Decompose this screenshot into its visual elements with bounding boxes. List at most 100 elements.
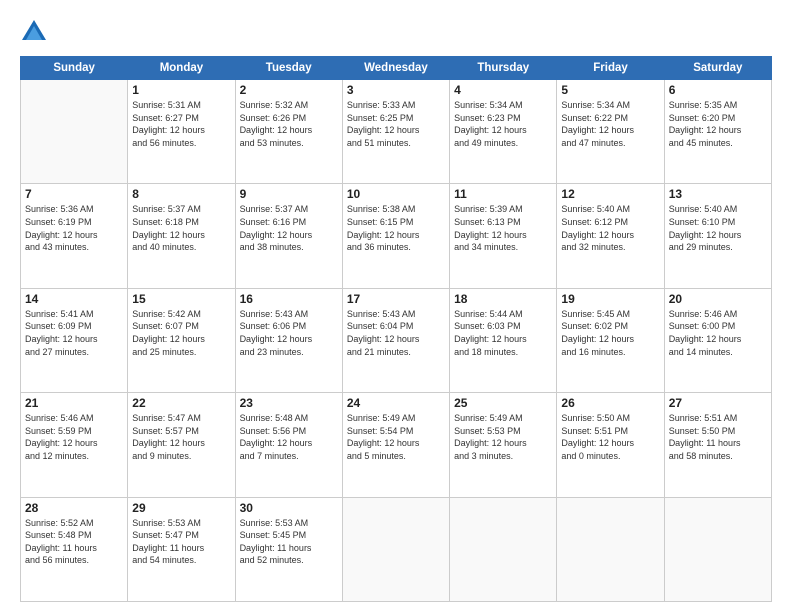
calendar-cell: 6 Sunrise: 5:35 AMSunset: 6:20 PMDaylight…: [664, 80, 771, 184]
calendar-cell: 7 Sunrise: 5:36 AMSunset: 6:19 PMDaylight…: [21, 184, 128, 288]
weekday-header-friday: Friday: [557, 57, 664, 80]
calendar-cell: 8Sunrise: 5:37 AMSunset: 6:18 PMDaylight…: [128, 184, 235, 288]
day-info: Sunrise: 5:40 AMSunset: 6:10 PMDaylight:…: [669, 203, 767, 253]
day-number: 20: [669, 292, 767, 306]
calendar-cell: 15 Sunrise: 5:42 AMSunset: 6:07 PMDayligh…: [128, 288, 235, 392]
day-info: Sunrise: 5:52 AMSunset: 5:48 PMDaylight:…: [25, 517, 123, 567]
day-number: 3: [347, 83, 445, 97]
calendar-cell: 1 Sunrise: 5:31 AMSunset: 6:27 PMDaylight…: [128, 80, 235, 184]
day-info: Sunrise: 5:48 AMSunset: 5:56 PMDaylight:…: [240, 412, 338, 462]
calendar-cell: 4 Sunrise: 5:34 AMSunset: 6:23 PMDaylight…: [450, 80, 557, 184]
calendar-cell: 28 Sunrise: 5:52 AMSunset: 5:48 PMDayligh…: [21, 497, 128, 601]
day-info: Sunrise: 5:39 AMSunset: 6:13 PMDaylight:…: [454, 203, 552, 253]
day-number: 21: [25, 396, 123, 410]
calendar-cell: 21 Sunrise: 5:46 AMSunset: 5:59 PMDayligh…: [21, 393, 128, 497]
weekday-header-saturday: Saturday: [664, 57, 771, 80]
day-info: Sunrise: 5:37 AMSunset: 6:16 PMDaylight:…: [240, 203, 338, 253]
day-number: 5: [561, 83, 659, 97]
day-number: 24: [347, 396, 445, 410]
day-info: Sunrise: 5:41 AMSunset: 6:09 PMDaylight:…: [25, 308, 123, 358]
day-info: Sunrise: 5:40 AMSunset: 6:12 PMDaylight:…: [561, 203, 659, 253]
calendar-table: SundayMondayTuesdayWednesdayThursdayFrid…: [20, 56, 772, 602]
day-info: Sunrise: 5:33 AMSunset: 6:25 PMDaylight:…: [347, 99, 445, 149]
day-number: 12: [561, 187, 659, 201]
day-info: Sunrise: 5:47 AMSunset: 5:57 PMDaylight:…: [132, 412, 230, 462]
day-number: 15: [132, 292, 230, 306]
day-info: Sunrise: 5:36 AMSunset: 6:19 PMDaylight:…: [25, 203, 123, 253]
day-number: 8: [132, 187, 230, 201]
calendar-week-2: 7 Sunrise: 5:36 AMSunset: 6:19 PMDaylight…: [21, 184, 772, 288]
day-info: Sunrise: 5:53 AMSunset: 5:45 PMDaylight:…: [240, 517, 338, 567]
calendar-cell: 12 Sunrise: 5:40 AMSunset: 6:12 PMDayligh…: [557, 184, 664, 288]
day-number: 18: [454, 292, 552, 306]
calendar-cell: 5 Sunrise: 5:34 AMSunset: 6:22 PMDaylight…: [557, 80, 664, 184]
calendar-cell: 14 Sunrise: 5:41 AMSunset: 6:09 PMDayligh…: [21, 288, 128, 392]
header: [20, 18, 772, 46]
calendar-cell: 16 Sunrise: 5:43 AMSunset: 6:06 PMDayligh…: [235, 288, 342, 392]
calendar-week-5: 28 Sunrise: 5:52 AMSunset: 5:48 PMDayligh…: [21, 497, 772, 601]
day-info: Sunrise: 5:43 AMSunset: 6:06 PMDaylight:…: [240, 308, 338, 358]
day-info: Sunrise: 5:53 AMSunset: 5:47 PMDaylight:…: [132, 517, 230, 567]
day-number: 1: [132, 83, 230, 97]
day-number: 23: [240, 396, 338, 410]
day-number: 28: [25, 501, 123, 515]
day-number: 14: [25, 292, 123, 306]
day-info: Sunrise: 5:50 AMSunset: 5:51 PMDaylight:…: [561, 412, 659, 462]
day-info: Sunrise: 5:38 AMSunset: 6:15 PMDaylight:…: [347, 203, 445, 253]
day-number: 17: [347, 292, 445, 306]
weekday-header-wednesday: Wednesday: [342, 57, 449, 80]
day-info: Sunrise: 5:42 AMSunset: 6:07 PMDaylight:…: [132, 308, 230, 358]
day-number: 4: [454, 83, 552, 97]
day-number: 16: [240, 292, 338, 306]
day-number: 19: [561, 292, 659, 306]
day-info: Sunrise: 5:35 AMSunset: 6:20 PMDaylight:…: [669, 99, 767, 149]
calendar-cell: 20 Sunrise: 5:46 AMSunset: 6:00 PMDayligh…: [664, 288, 771, 392]
logo-icon: [20, 18, 48, 46]
calendar-cell: 22 Sunrise: 5:47 AMSunset: 5:57 PMDayligh…: [128, 393, 235, 497]
weekday-header-monday: Monday: [128, 57, 235, 80]
day-info: Sunrise: 5:34 AMSunset: 6:23 PMDaylight:…: [454, 99, 552, 149]
day-number: 6: [669, 83, 767, 97]
day-info: Sunrise: 5:46 AMSunset: 6:00 PMDaylight:…: [669, 308, 767, 358]
day-info: Sunrise: 5:31 AMSunset: 6:27 PMDaylight:…: [132, 99, 230, 149]
day-number: 30: [240, 501, 338, 515]
calendar-week-4: 21 Sunrise: 5:46 AMSunset: 5:59 PMDayligh…: [21, 393, 772, 497]
day-info: Sunrise: 5:49 AMSunset: 5:53 PMDaylight:…: [454, 412, 552, 462]
weekday-header-sunday: Sunday: [21, 57, 128, 80]
calendar-cell: 11Sunrise: 5:39 AMSunset: 6:13 PMDayligh…: [450, 184, 557, 288]
day-info: Sunrise: 5:32 AMSunset: 6:26 PMDaylight:…: [240, 99, 338, 149]
day-number: 25: [454, 396, 552, 410]
calendar-cell: 24 Sunrise: 5:49 AMSunset: 5:54 PMDayligh…: [342, 393, 449, 497]
day-number: 22: [132, 396, 230, 410]
calendar-cell: 19Sunrise: 5:45 AMSunset: 6:02 PMDayligh…: [557, 288, 664, 392]
weekday-header-row: SundayMondayTuesdayWednesdayThursdayFrid…: [21, 57, 772, 80]
day-number: 7: [25, 187, 123, 201]
day-info: Sunrise: 5:46 AMSunset: 5:59 PMDaylight:…: [25, 412, 123, 462]
calendar-cell: 29Sunrise: 5:53 AMSunset: 5:47 PMDayligh…: [128, 497, 235, 601]
calendar-cell: [450, 497, 557, 601]
logo: [20, 18, 52, 46]
day-info: Sunrise: 5:51 AMSunset: 5:50 PMDaylight:…: [669, 412, 767, 462]
calendar-cell: 18Sunrise: 5:44 AMSunset: 6:03 PMDayligh…: [450, 288, 557, 392]
weekday-header-tuesday: Tuesday: [235, 57, 342, 80]
weekday-header-thursday: Thursday: [450, 57, 557, 80]
calendar-cell: 2 Sunrise: 5:32 AMSunset: 6:26 PMDaylight…: [235, 80, 342, 184]
calendar-cell: [664, 497, 771, 601]
calendar-cell: [21, 80, 128, 184]
calendar-cell: 23 Sunrise: 5:48 AMSunset: 5:56 PMDayligh…: [235, 393, 342, 497]
day-number: 2: [240, 83, 338, 97]
day-info: Sunrise: 5:49 AMSunset: 5:54 PMDaylight:…: [347, 412, 445, 462]
day-number: 26: [561, 396, 659, 410]
day-number: 27: [669, 396, 767, 410]
calendar-cell: 26 Sunrise: 5:50 AMSunset: 5:51 PMDayligh…: [557, 393, 664, 497]
calendar-cell: 27 Sunrise: 5:51 AMSunset: 5:50 PMDayligh…: [664, 393, 771, 497]
calendar-cell: 17 Sunrise: 5:43 AMSunset: 6:04 PMDayligh…: [342, 288, 449, 392]
calendar-cell: 3 Sunrise: 5:33 AMSunset: 6:25 PMDaylight…: [342, 80, 449, 184]
day-number: 13: [669, 187, 767, 201]
day-info: Sunrise: 5:43 AMSunset: 6:04 PMDaylight:…: [347, 308, 445, 358]
calendar-cell: 9Sunrise: 5:37 AMSunset: 6:16 PMDaylight…: [235, 184, 342, 288]
calendar-cell: 13 Sunrise: 5:40 AMSunset: 6:10 PMDayligh…: [664, 184, 771, 288]
day-info: Sunrise: 5:34 AMSunset: 6:22 PMDaylight:…: [561, 99, 659, 149]
calendar-week-1: 1 Sunrise: 5:31 AMSunset: 6:27 PMDaylight…: [21, 80, 772, 184]
day-number: 10: [347, 187, 445, 201]
